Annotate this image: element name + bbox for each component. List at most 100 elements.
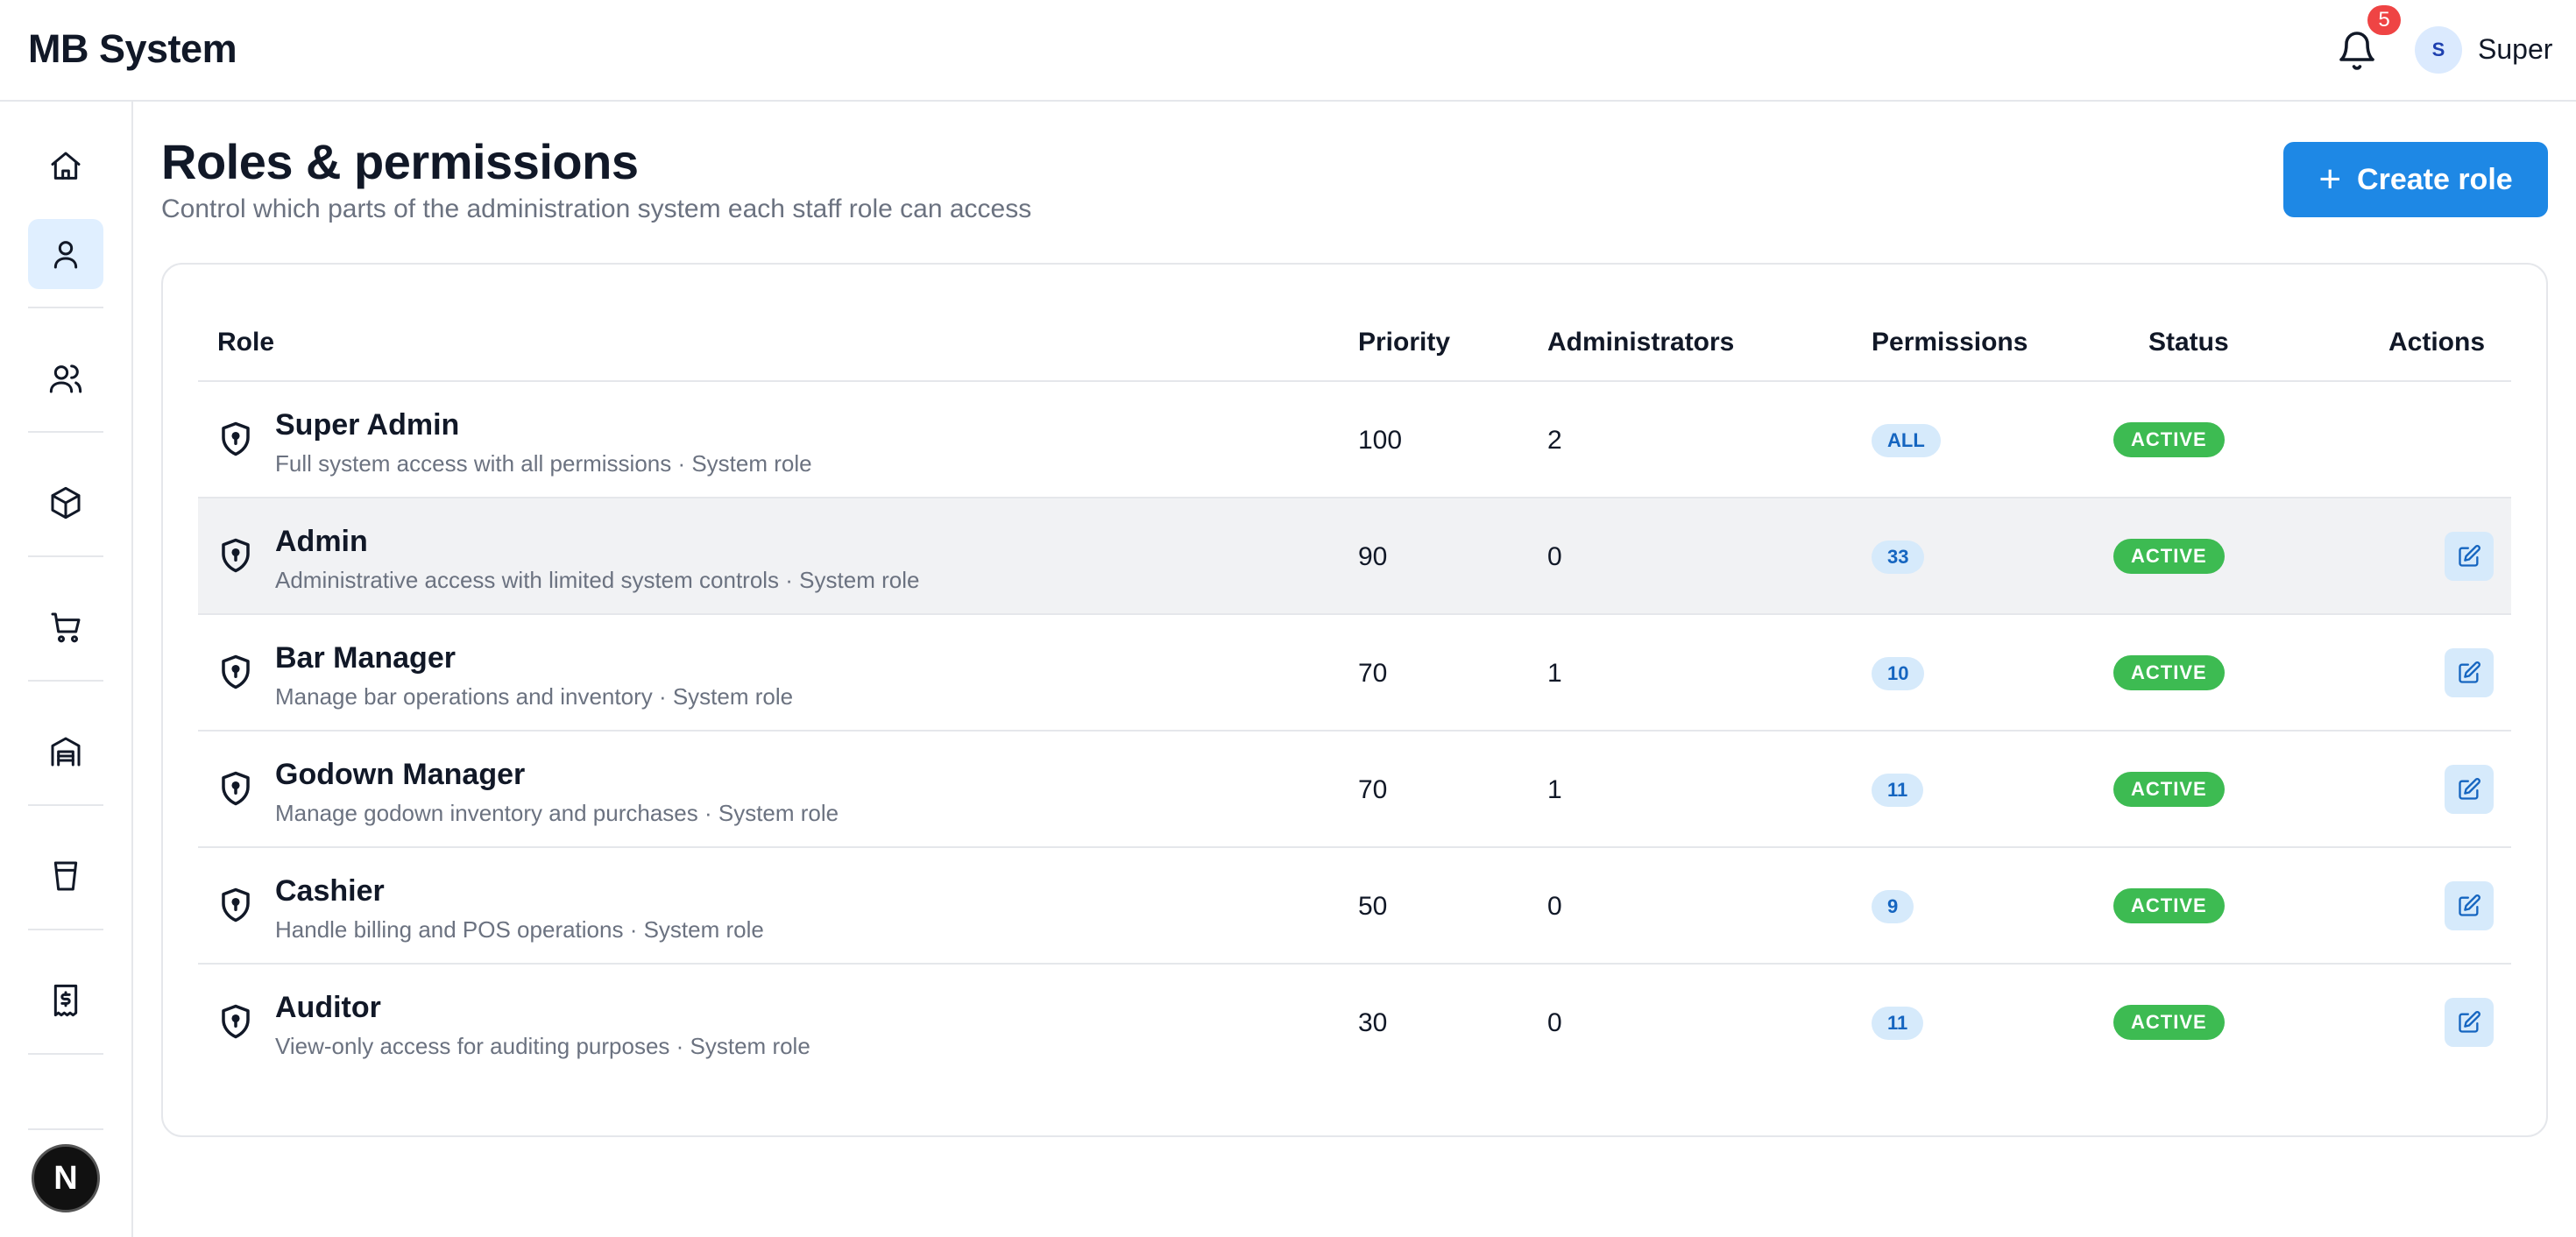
table-row[interactable]: Admin Administrative access with limited…	[198, 498, 2511, 615]
bell-icon	[2339, 32, 2374, 70]
status-badge: ACTIVE	[2113, 1005, 2225, 1040]
role-description: View-only access for auditing purposes ·…	[275, 1033, 810, 1059]
page-subtitle: Control which parts of the administratio…	[161, 194, 1032, 223]
sidebar-item-godown[interactable]	[28, 717, 103, 787]
column-header-priority: Priority	[1358, 328, 1451, 357]
sidebar-divider	[28, 929, 103, 930]
role-name: Admin	[275, 525, 368, 558]
column-header-actions: Actions	[2388, 328, 2486, 357]
create-role-button[interactable]: + Create role	[2283, 142, 2548, 217]
role-administrators: 1	[1547, 775, 1562, 804]
shield-icon	[222, 771, 250, 806]
sidebar-item-bar[interactable]	[28, 841, 103, 911]
role-priority: 70	[1358, 775, 1388, 804]
role-priority: 50	[1358, 892, 1388, 921]
permissions-badge: 33	[1872, 541, 1925, 574]
role-administrators: 2	[1547, 426, 1562, 455]
shield-icon	[222, 654, 250, 689]
sidebar-divider	[28, 1053, 103, 1055]
shield-icon	[222, 887, 250, 922]
page-title: Roles & permissions	[161, 134, 639, 189]
sidebar-item-staff[interactable]	[28, 343, 103, 414]
role-administrators: 0	[1547, 542, 1562, 571]
user-name[interactable]: Super	[2478, 33, 2552, 66]
notification-count-badge: 5	[2367, 5, 2401, 35]
role-priority: 70	[1358, 659, 1388, 688]
box-icon	[51, 486, 81, 520]
sidebar-divider	[28, 555, 103, 557]
role-name: Auditor	[275, 991, 381, 1024]
role-priority: 90	[1358, 542, 1388, 571]
permissions-badge: ALL	[1872, 424, 1941, 457]
table-header: Role Priority Administrators Permissions…	[198, 317, 2511, 382]
sidebar-item-roles[interactable]	[28, 219, 103, 289]
status-badge: ACTIVE	[2113, 888, 2225, 923]
notifications-button[interactable]	[2336, 30, 2378, 72]
home-icon	[51, 152, 81, 180]
cup-icon	[53, 861, 78, 891]
shield-icon	[222, 421, 250, 456]
role-name: Cashier	[275, 874, 385, 908]
edit-icon	[2459, 661, 2480, 683]
sidebar-divider	[28, 307, 103, 308]
column-header-role: Role	[217, 328, 275, 357]
role-priority: 100	[1358, 426, 1403, 455]
role-description: Full system access with all permissions …	[275, 450, 812, 477]
status-badge: ACTIVE	[2113, 772, 2225, 807]
app-title: MB System	[28, 26, 237, 71]
users-icon	[49, 364, 82, 393]
table-row[interactable]: Cashier Handle billing and POS operation…	[198, 848, 2511, 965]
framework-logo[interactable]: N	[32, 1144, 100, 1212]
role-administrators: 1	[1547, 659, 1562, 688]
sidebar-item-orders[interactable]	[28, 592, 103, 662]
cart-icon	[51, 612, 81, 643]
edit-role-button[interactable]	[2445, 881, 2494, 930]
role-name: Bar Manager	[275, 641, 456, 675]
roles-table-card: Role Priority Administrators Permissions…	[161, 263, 2548, 1137]
sidebar-item-products[interactable]	[28, 468, 103, 538]
edit-role-button[interactable]	[2445, 648, 2494, 697]
create-role-label: Create role	[2357, 162, 2513, 196]
warehouse-icon	[51, 737, 81, 767]
role-name: Godown Manager	[275, 758, 526, 791]
permissions-badge: 11	[1872, 774, 1924, 807]
permissions-badge: 11	[1872, 1007, 1924, 1040]
edit-icon	[2459, 894, 2480, 916]
role-description: Handle billing and POS operations · Syst…	[275, 916, 764, 943]
edit-icon	[2459, 545, 2480, 567]
role-administrators: 0	[1547, 1008, 1562, 1037]
table-row[interactable]: Bar Manager Manage bar operations and in…	[198, 615, 2511, 732]
column-header-status: Status	[2148, 328, 2229, 357]
role-administrators: 0	[1547, 892, 1562, 921]
shield-icon	[222, 1004, 250, 1039]
status-badge: ACTIVE	[2113, 539, 2225, 574]
column-header-administrators: Administrators	[1547, 328, 1735, 357]
sidebar-item-home[interactable]	[28, 131, 103, 201]
role-priority: 30	[1358, 1008, 1388, 1037]
role-description: Manage godown inventory and purchases · …	[275, 800, 839, 826]
permissions-badge: 10	[1872, 657, 1925, 690]
edit-role-button[interactable]	[2445, 532, 2494, 581]
sidebar-item-billing[interactable]	[28, 965, 103, 1036]
column-header-permissions: Permissions	[1872, 328, 2028, 357]
table-row[interactable]: Godown Manager Manage godown inventory a…	[198, 732, 2511, 848]
role-description: Administrative access with limited syste…	[275, 567, 920, 593]
shield-icon	[222, 538, 250, 573]
table-row[interactable]: Auditor View-only access for auditing pu…	[198, 965, 2511, 1081]
edit-icon	[2459, 1011, 2480, 1033]
edit-role-button[interactable]	[2445, 998, 2494, 1047]
edit-role-button[interactable]	[2445, 765, 2494, 814]
user-icon	[53, 241, 78, 269]
sidebar-divider	[28, 680, 103, 682]
plus-icon: +	[2318, 158, 2342, 201]
role-description: Manage bar operations and inventory · Sy…	[275, 683, 794, 710]
status-badge: ACTIVE	[2113, 655, 2225, 690]
edit-icon	[2459, 778, 2480, 800]
top-bar: MB System 5 S Super	[0, 0, 2576, 102]
status-badge: ACTIVE	[2113, 422, 2225, 457]
sidebar-divider	[28, 1128, 103, 1130]
table-row[interactable]: Super Admin Full system access with all …	[198, 382, 2511, 498]
avatar[interactable]: S	[2415, 26, 2462, 74]
permissions-badge: 9	[1872, 890, 1914, 923]
role-name: Super Admin	[275, 408, 460, 442]
